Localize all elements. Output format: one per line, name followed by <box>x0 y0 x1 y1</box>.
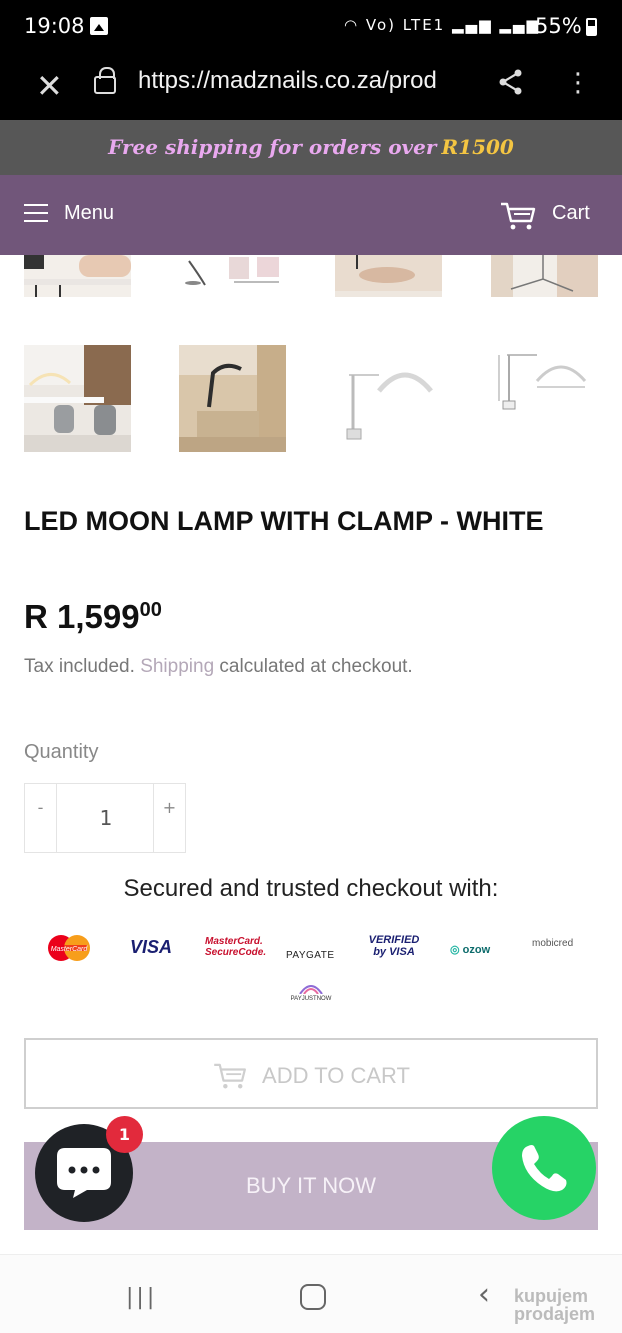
url-field[interactable]: https://madznails.co.za/prod <box>138 67 478 95</box>
watermark: kupujem prodajem <box>514 1287 595 1323</box>
gallery-notification-icon <box>90 17 108 35</box>
status-bar: 19:08 ◠ Vo) LTE1 ▂▄▆ ▂▄▆ 55% <box>0 0 622 54</box>
add-to-cart-button[interactable]: ADD TO CART <box>24 1038 598 1109</box>
more-options-icon[interactable]: ⋮ <box>565 68 591 98</box>
home-icon[interactable] <box>300 1284 326 1310</box>
mastercard-logo: MasterCard <box>46 934 92 962</box>
payjustnow-logo: PAYJUSTNOW <box>286 982 336 1002</box>
phone-icon <box>522 1145 567 1192</box>
wifi-icon: ◠ <box>343 16 360 34</box>
mobicred-logo: mobicred <box>532 938 574 949</box>
price-cents: 00 <box>139 599 162 621</box>
watermark-line2: prodajem <box>514 1304 596 1324</box>
back-icon[interactable]: ‹ <box>478 1277 490 1312</box>
site-header: Menu Cart <box>0 175 622 255</box>
announcement-bar: Free shipping for orders over R1500 <box>0 120 622 175</box>
cart-icon <box>212 1063 248 1089</box>
thumbnail-lamp-over-client[interactable] <box>335 255 442 297</box>
thumbnail-lamp-with-tools[interactable] <box>179 255 286 297</box>
hamburger-menu-icon[interactable] <box>24 204 48 224</box>
network-icons: ◠ Vo) LTE1 ▂▄▆ ▂▄▆ <box>344 16 540 34</box>
verified-by-visa-logo: VERIFIED by VISA <box>368 934 420 958</box>
browser-toolbar: ✕ https://madznails.co.za/prod ⋮ <box>0 54 622 120</box>
quantity-stepper: - 1 + <box>24 783 186 853</box>
tax-note: Tax included. Shipping calculated at che… <box>24 656 413 678</box>
battery-icon <box>586 18 597 36</box>
watermark-line1: kupujem <box>514 1286 589 1306</box>
announcement-text: Free shipping for orders over <box>108 135 437 159</box>
product-title: LED MOON LAMP WITH CLAMP - WHITE <box>24 506 544 536</box>
close-tab-icon[interactable]: ✕ <box>36 68 63 104</box>
battery-percent: 55% <box>535 14 582 38</box>
quantity-label: Quantity <box>24 741 99 763</box>
thumbnail-lamp-spa-bed[interactable] <box>179 345 286 452</box>
price-main: R 1,599 <box>24 598 140 635</box>
network-label: Vo) LTE1 <box>365 16 446 34</box>
tax-text-1: Tax included. <box>24 656 135 677</box>
shipping-link[interactable]: Shipping <box>140 656 214 677</box>
quantity-input[interactable]: 1 <box>58 784 154 852</box>
visa-logo: VISA <box>130 937 173 957</box>
announcement-amount: R1500 <box>441 135 514 159</box>
thumbnail-lamp-base[interactable] <box>491 255 598 297</box>
thumbnail-lamp-dimensions[interactable] <box>491 345 598 452</box>
product-price: R 1,59900 <box>24 598 162 636</box>
ozow-logo: ozow <box>450 943 491 956</box>
cart-button[interactable]: Cart <box>552 202 590 225</box>
thumbnail-lamp-white-clamp[interactable] <box>335 345 442 452</box>
product-thumbnails <box>0 255 622 460</box>
mastercard-logo-text: MasterCard <box>51 946 89 953</box>
chat-notification-badge: 1 <box>106 1116 143 1153</box>
mastercard-securecode-logo: MasterCard. SecureCode. <box>205 936 267 958</box>
signal-icon: ▂▄▆ <box>452 16 493 34</box>
whatsapp-button[interactable] <box>492 1116 596 1220</box>
signal-icon-2: ▂▄▆ <box>499 16 540 34</box>
menu-button[interactable]: Menu <box>64 202 114 225</box>
thumbnail-lamp-salon-room[interactable] <box>24 345 131 452</box>
lock-icon[interactable] <box>94 67 116 94</box>
share-icon[interactable] <box>497 68 525 103</box>
quantity-decrease-button[interactable]: - <box>25 784 57 852</box>
recent-apps-icon[interactable]: ||| <box>126 1285 157 1310</box>
quantity-increase-button[interactable]: + <box>153 784 185 852</box>
payjustnow-text: PAYJUSTNOW <box>290 996 332 1002</box>
tax-text-2: calculated at checkout. <box>219 656 413 677</box>
add-to-cart-label: ADD TO CART <box>262 1063 410 1089</box>
secure-checkout-heading: Secured and trusted checkout with: <box>123 875 499 902</box>
cart-icon[interactable] <box>500 202 536 230</box>
thumbnail-lamp-at-desk[interactable] <box>24 255 131 297</box>
status-time: 19:08 <box>24 14 85 38</box>
paygate-logo: PAYGATE <box>286 950 335 961</box>
